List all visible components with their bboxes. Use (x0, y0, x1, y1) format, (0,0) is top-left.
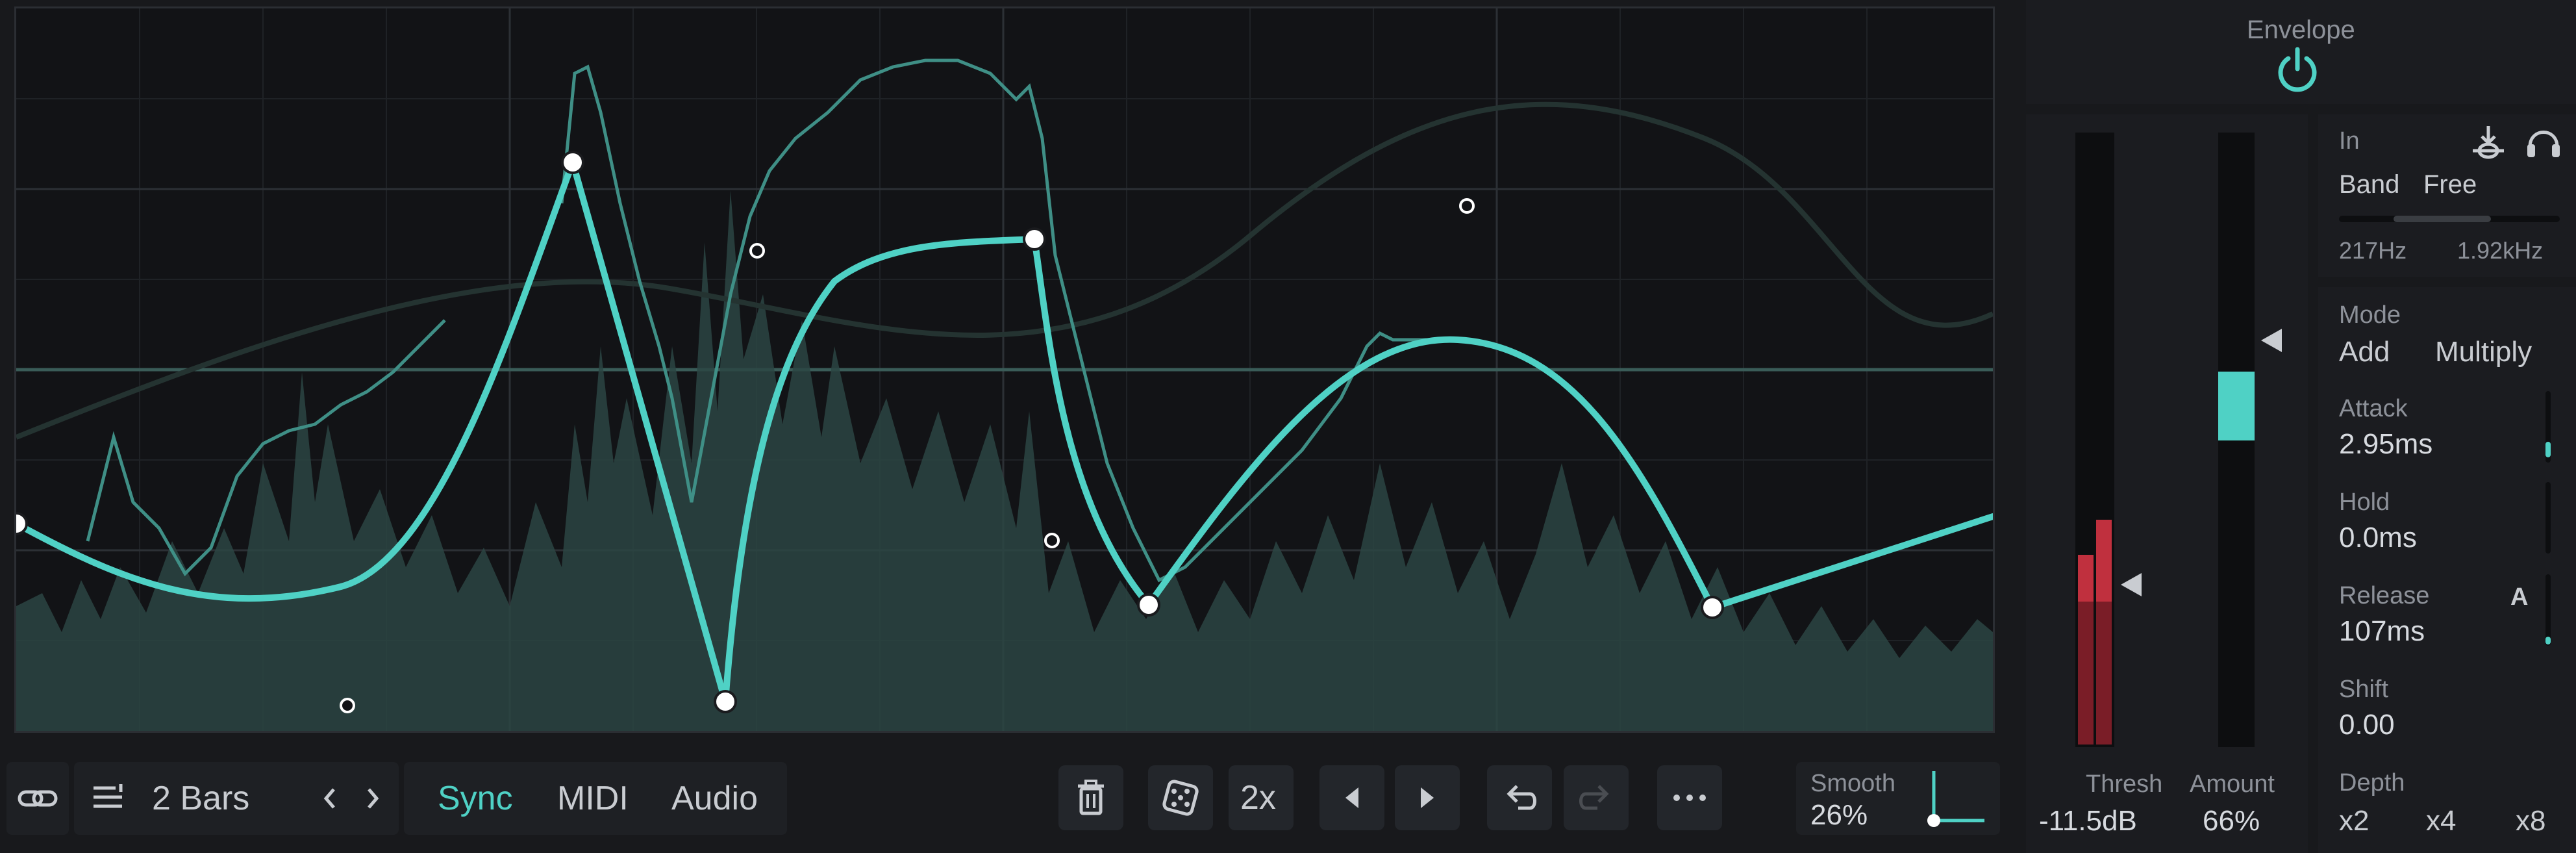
input-label: In (2339, 127, 2360, 155)
curve-handle-4[interactable] (1459, 198, 1475, 214)
freq-high: 1.92kHz (2457, 237, 2544, 264)
mode-label: Mode (2339, 301, 2401, 329)
threshold-marker-icon[interactable] (2118, 570, 2144, 599)
menu-icon (94, 784, 123, 808)
mode-add-option[interactable]: Add (2339, 338, 2390, 366)
band-range-fill[interactable] (2394, 216, 2491, 222)
band-range-slider[interactable] (2339, 216, 2560, 222)
sidechain-icon[interactable] (2469, 123, 2509, 162)
amount-level (2218, 372, 2255, 440)
shift-label: Shift (2339, 676, 2389, 703)
smooth-label: Smooth (1810, 770, 1895, 797)
length-label: 2 Bars (152, 780, 250, 817)
length-selector[interactable]: 2 Bars (74, 762, 399, 835)
node-6[interactable] (1701, 596, 1724, 619)
amount-label: Amount (2190, 770, 2275, 798)
amount-value[interactable]: 66% (2203, 807, 2260, 835)
chevron-right-icon[interactable] (362, 785, 382, 811)
curve-handle-3[interactable] (1044, 533, 1060, 548)
envelope-header: Envelope (2026, 0, 2576, 104)
trigger-mode-group: Sync MIDI Audio (404, 762, 787, 835)
depth-x4-option[interactable]: x4 (2426, 807, 2456, 835)
release-label: Release (2339, 582, 2430, 609)
power-icon[interactable] (2274, 45, 2321, 92)
attack-label: Attack (2339, 395, 2408, 422)
hold-slider[interactable] (2545, 482, 2551, 554)
attack-value[interactable]: 2.95ms (2339, 430, 2432, 459)
more-button[interactable] (1657, 765, 1722, 830)
node-5[interactable] (1137, 593, 1160, 617)
trash-icon (1078, 780, 1104, 815)
envelope-graph[interactable] (14, 6, 1995, 733)
node-1[interactable] (16, 512, 28, 535)
thresh-label: Thresh (2086, 770, 2163, 798)
hold-label: Hold (2339, 489, 2390, 516)
undo-icon (1507, 785, 1536, 810)
link-icon (18, 790, 58, 807)
attack-slider[interactable] (2545, 391, 2551, 463)
headphones-icon[interactable] (2523, 121, 2564, 161)
band-option[interactable]: Band (2339, 172, 2399, 197)
release-slider[interactable] (2545, 574, 2551, 646)
threshold-meter[interactable] (2075, 133, 2114, 747)
background-curve (16, 101, 1993, 440)
next-shape-button[interactable] (1395, 765, 1460, 830)
thresh-value[interactable]: -11.5dB (2039, 807, 2137, 835)
params-section: Mode Add Multiply Attack 2.95ms Hold 0.0… (2318, 287, 2576, 853)
delete-button[interactable] (1058, 765, 1123, 830)
mode-sync-button[interactable]: Sync (438, 782, 513, 815)
smooth-curve-icon (1927, 771, 1984, 827)
depth-label: Depth (2339, 769, 2405, 796)
mode-multiply-option[interactable]: Multiply (2435, 338, 2532, 366)
curve-handle-1[interactable] (340, 698, 355, 713)
mode-midi-button[interactable]: MIDI (557, 782, 629, 815)
release-auto-button[interactable]: A (2510, 585, 2528, 609)
envelope-graph-svg[interactable] (16, 8, 1993, 731)
link-button[interactable] (6, 762, 69, 835)
node-3[interactable] (714, 690, 737, 713)
smooth-control[interactable]: Smooth 26% (1796, 762, 2000, 835)
depth-x8-option[interactable]: x8 (2516, 807, 2545, 835)
redo-button[interactable] (1564, 765, 1629, 830)
curve-handle-2[interactable] (749, 243, 765, 259)
meter-peak-right (2096, 520, 2112, 602)
hold-value[interactable]: 0.0ms (2339, 524, 2417, 552)
meter-peak-left (2078, 555, 2094, 602)
node-2[interactable] (561, 151, 584, 174)
release-value[interactable]: 107ms (2339, 617, 2425, 646)
freq-low: 217Hz (2339, 237, 2407, 264)
free-option[interactable]: Free (2423, 172, 2477, 197)
mode-audio-button[interactable]: Audio (671, 782, 758, 815)
depth-x2-option[interactable]: x2 (2339, 807, 2369, 835)
multiplier-button[interactable]: 2x (1229, 765, 1294, 830)
triangle-right-icon (1421, 787, 1434, 808)
amount-marker-icon[interactable] (2258, 326, 2284, 355)
panel-title: Envelope (2247, 16, 2355, 44)
randomize-button[interactable] (1148, 765, 1213, 830)
prev-shape-button[interactable] (1319, 765, 1384, 830)
triangle-left-icon (1345, 787, 1358, 808)
dice-icon (1162, 780, 1199, 816)
meters-section: Thresh -11.5dB Amount 66% (2026, 114, 2308, 853)
multiplier-label: 2x (1240, 779, 1276, 817)
shift-value[interactable]: 0.00 (2339, 711, 2395, 739)
amount-meter[interactable] (2218, 133, 2255, 747)
node-4[interactable] (1023, 227, 1046, 251)
input-section: In Band Free 217Hz 1.92kHz (2318, 114, 2576, 277)
smooth-value: 26% (1810, 799, 1868, 831)
undo-button[interactable] (1487, 765, 1552, 830)
redo-icon (1579, 785, 1609, 810)
chevron-left-icon[interactable] (321, 785, 340, 811)
ellipsis-icon (1673, 795, 1706, 801)
